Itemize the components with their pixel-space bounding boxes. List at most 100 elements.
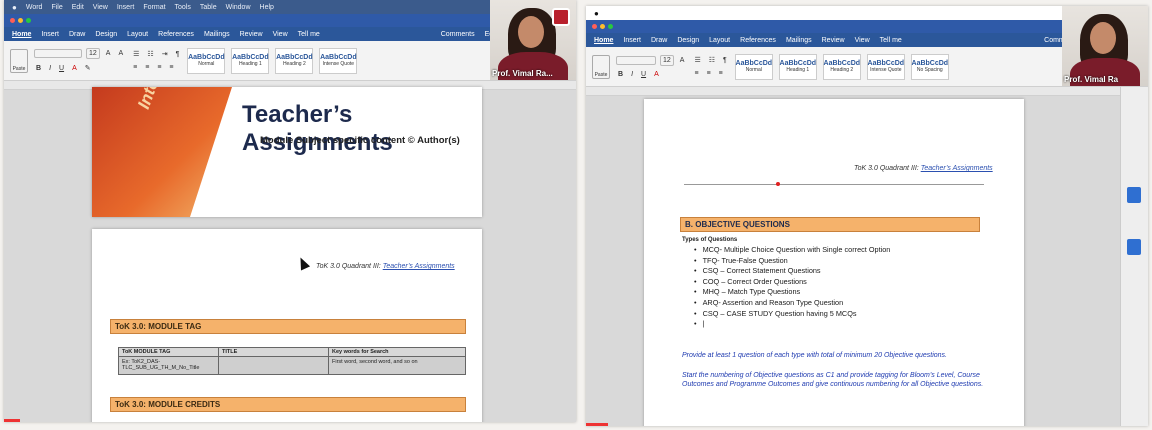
menu-file[interactable]: File (51, 4, 62, 11)
font-size-select[interactable]: 12 (660, 54, 674, 66)
video-progress-bar[interactable] (586, 423, 608, 426)
menu-table[interactable]: Table (200, 4, 217, 11)
zoom-window-button[interactable] (608, 24, 613, 29)
bold-button[interactable]: B (34, 64, 43, 73)
align-center-icon[interactable]: ≡ (705, 69, 713, 78)
style-intense-quote[interactable]: AaBbCcDd Intense Quote (319, 47, 358, 74)
tab-layout[interactable]: Layout (709, 37, 730, 44)
tok-link-target[interactable]: Teacher’s Assignments (921, 165, 993, 172)
tab-design[interactable]: Design (95, 31, 117, 38)
style-heading-1[interactable]: AaBbCcDd Heading 1 (231, 47, 270, 74)
tab-draw[interactable]: Draw (69, 31, 85, 38)
menu-help[interactable]: Help (260, 4, 274, 11)
style-heading-2[interactable]: AaBbCcDd Heading 2 (275, 47, 314, 74)
menu-format[interactable]: Format (143, 4, 165, 11)
underline-button[interactable]: U (57, 64, 66, 73)
comments-button[interactable]: Comments (441, 31, 475, 38)
cover-banner-graphic (92, 87, 232, 217)
tok-link[interactable]: ToK 3.0 Quadrant III: Teacher’s Assignme… (854, 165, 993, 172)
align-left-icon[interactable]: ≡ (692, 69, 700, 78)
bullets-icon[interactable]: ☰ (692, 55, 702, 65)
tab-design[interactable]: Design (677, 37, 699, 44)
style-heading-1[interactable]: AaBbCcDd Heading 1 (778, 53, 817, 80)
italic-button[interactable]: I (629, 70, 635, 79)
pilcrow-icon[interactable]: ¶ (174, 50, 182, 59)
minimize-window-button[interactable] (600, 24, 605, 29)
numbering-icon[interactable]: ☷ (145, 49, 155, 59)
shrink-font-icon[interactable]: A (116, 49, 125, 58)
tab-insert[interactable]: Insert (623, 37, 641, 44)
style-name: Intense Quote (322, 61, 355, 67)
style-normal[interactable]: AaBbCcDd Normal (187, 47, 226, 74)
table-cell[interactable]: Ex: ToK2_DAS-TLC_SUB_UG_TH_M_No_Title (118, 356, 219, 375)
bullets-icon[interactable]: ☰ (131, 49, 141, 59)
align-right-icon[interactable]: ≡ (155, 63, 163, 72)
align-left-icon[interactable]: ≡ (131, 63, 139, 72)
mouse-cursor-icon (295, 255, 311, 271)
style-no-spacing[interactable]: AaBbCcDd No Spacing (910, 53, 949, 80)
zoom-window-button[interactable] (26, 18, 31, 23)
document-workspace: ToK 3.0 Quadrant III: Teacher’s Assignme… (586, 87, 1120, 426)
justify-icon[interactable]: ≡ (717, 69, 725, 78)
side-panel-button-2[interactable] (1127, 239, 1141, 255)
font-name-select[interactable] (34, 49, 82, 58)
bold-button[interactable]: B (616, 70, 625, 79)
highlight-icon[interactable]: ✎ (83, 63, 93, 73)
paste-button[interactable]: Paste (592, 54, 610, 79)
menu-insert[interactable]: Insert (117, 4, 135, 11)
tab-review[interactable]: Review (240, 31, 263, 38)
table-cell[interactable] (218, 356, 329, 375)
tab-review[interactable]: Review (822, 37, 845, 44)
menu-window[interactable]: Window (226, 4, 251, 11)
video-progress-bar[interactable] (4, 419, 20, 422)
tab-tell-me[interactable]: Tell me (880, 37, 902, 44)
font-color-icon[interactable]: A (652, 70, 661, 79)
tab-references[interactable]: References (740, 37, 776, 44)
menu-word[interactable]: Word (26, 4, 43, 11)
tok-link[interactable]: ToK 3.0 Quadrant III: Teacher’s Assignme… (316, 263, 455, 270)
tab-home[interactable]: Home (12, 31, 31, 38)
style-normal[interactable]: AaBbCcDd Normal (734, 53, 773, 80)
menu-edit[interactable]: Edit (72, 4, 84, 11)
tab-view[interactable]: View (855, 37, 870, 44)
apple-icon[interactable]: ● (594, 9, 599, 18)
font-color-icon[interactable]: A (70, 64, 79, 73)
side-panel-button[interactable] (1127, 187, 1141, 203)
text-caret[interactable]: | (694, 319, 890, 330)
close-window-button[interactable] (10, 18, 15, 23)
tok-link-target[interactable]: Teacher’s Assignments (383, 263, 455, 270)
align-center-icon[interactable]: ≡ (143, 63, 151, 72)
tab-view[interactable]: View (273, 31, 288, 38)
grow-font-icon[interactable]: A (678, 56, 687, 65)
minimize-window-button[interactable] (18, 18, 23, 23)
tab-mailings[interactable]: Mailings (204, 31, 230, 38)
tab-layout[interactable]: Layout (127, 31, 148, 38)
paste-button[interactable]: Paste (10, 48, 28, 73)
indent-icon[interactable]: ⇥ (160, 49, 170, 59)
tab-mailings[interactable]: Mailings (786, 37, 812, 44)
font-name-select[interactable] (616, 55, 656, 65)
italic-button[interactable]: I (47, 64, 53, 73)
close-window-button[interactable] (592, 24, 597, 29)
table-cell[interactable]: First word, second word, and so on (328, 356, 466, 375)
pilcrow-icon[interactable]: ¶ (721, 56, 729, 65)
tab-draw[interactable]: Draw (651, 37, 667, 44)
tab-insert[interactable]: Insert (41, 31, 59, 38)
module-tag-page[interactable]: ToK 3.0 Quadrant III: Teacher’s Assignme… (92, 229, 482, 422)
tab-references[interactable]: References (158, 31, 194, 38)
underline-button[interactable]: U (639, 70, 648, 79)
style-sample: AaBbCcDd (867, 60, 905, 67)
tab-home[interactable]: Home (594, 37, 613, 44)
justify-icon[interactable]: ≡ (167, 63, 175, 72)
menu-tools[interactable]: Tools (175, 4, 191, 11)
numbering-icon[interactable]: ☷ (707, 55, 717, 65)
grow-font-icon[interactable]: A (104, 49, 113, 58)
font-size-select[interactable]: 12 (86, 48, 100, 59)
style-heading-2[interactable]: AaBbCcDd Heading 2 (822, 53, 861, 80)
tab-tell-me[interactable]: Tell me (298, 31, 320, 38)
objective-questions-page[interactable]: ToK 3.0 Quadrant III: Teacher’s Assignme… (644, 99, 1024, 426)
apple-icon[interactable]: ● (12, 3, 17, 12)
menu-view[interactable]: View (93, 4, 108, 11)
style-intense-quote[interactable]: AaBbCcDd Intense Quote (866, 53, 905, 80)
style-sample: AaBbCcDd (779, 60, 817, 67)
